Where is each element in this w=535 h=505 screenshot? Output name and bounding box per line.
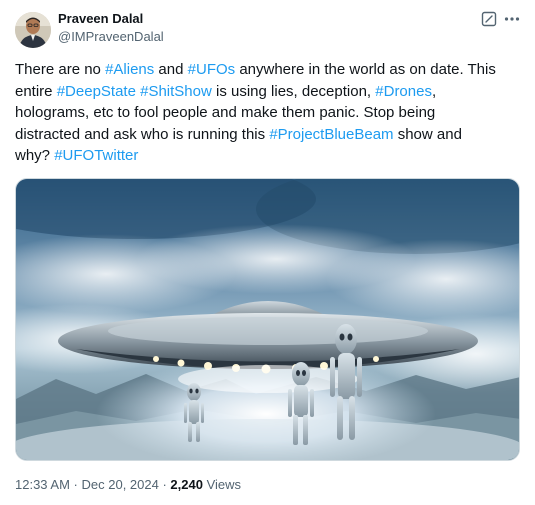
tweet-text-line: There are no #Aliens and #UFOs anywhere … (15, 59, 521, 81)
hashtag-link[interactable]: #ProjectBlueBeam (269, 126, 393, 143)
tweet-text-segment: show and (393, 125, 462, 143)
ufo-image-icon (16, 179, 519, 460)
tweet-text-segment: entire (15, 82, 57, 100)
views-count: 2,240 (170, 477, 203, 492)
tweet-text-segment: why? (15, 147, 55, 164)
tweet-text-segment: holograms, etc to fool people and make t… (15, 104, 436, 121)
hashtag-link[interactable]: #UFOs (188, 61, 236, 78)
tweet-text-line: why? #UFOTwitter (15, 145, 521, 167)
author-handle[interactable]: @IMPraveenDalal (58, 29, 164, 45)
hashtag-link[interactable]: #UFOTwitter (54, 147, 138, 164)
tweet-text-segment: distracted and ask who is running this (15, 125, 270, 143)
hashtag-link[interactable]: #Drones (375, 83, 432, 100)
tweet-text-line: entire #DeepState #ShitShow is using lie… (15, 81, 521, 103)
author-display-name[interactable]: Praveen Dalal (58, 11, 143, 27)
tweet-text: There are no #Aliens and #UFOs anywhere … (15, 59, 521, 167)
tweet-text-segment: is using lies, deception, (211, 82, 376, 100)
hashtag-link[interactable]: #ShitShow (140, 83, 212, 100)
tweet-text-line: distracted and ask who is running this #… (15, 124, 521, 146)
tweet-meta: 12:33 AM · Dec 20, 2024 · 2,240 Views (15, 477, 241, 493)
person-avatar-icon (15, 12, 51, 48)
tweet-text-segment: , (431, 82, 437, 100)
tweet-time[interactable]: 12:33 AM (15, 477, 70, 492)
tweet-text-segment: There are no (15, 61, 106, 78)
tweet-text-line: holograms, etc to fool people and make t… (15, 102, 521, 124)
views-label: Views (202, 477, 242, 492)
meta-separator: · (69, 477, 82, 492)
author-avatar[interactable] (15, 12, 51, 48)
tweet-text-segment: anywhere in the world as on date. This (235, 61, 496, 78)
meta-separator-2: · (158, 477, 171, 492)
more-options-icon[interactable] (503, 12, 521, 26)
hashtag-link[interactable]: #DeepState (57, 83, 136, 100)
tweet-text-segment: and (154, 61, 188, 78)
tweet-media[interactable] (15, 178, 520, 461)
hashtag-link[interactable]: #Aliens (105, 61, 154, 78)
tweet-date[interactable]: Dec 20, 2024 (82, 477, 159, 492)
grok-icon[interactable] (481, 11, 497, 27)
